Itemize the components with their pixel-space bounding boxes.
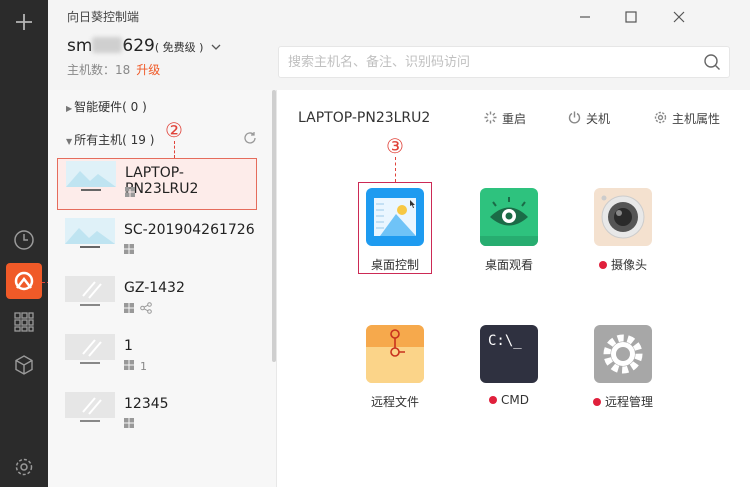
online-monitor-icon <box>65 218 115 248</box>
restart-button[interactable]: 重启 <box>484 110 526 127</box>
host-item[interactable]: SC-201904261726 <box>57 216 257 268</box>
host-name: 1 <box>124 338 133 354</box>
terminal-icon: C:\_ <box>480 325 538 383</box>
refresh-icon[interactable] <box>243 130 257 149</box>
search-icon[interactable] <box>703 53 721 75</box>
desktop-control-label: 桌面控制 <box>370 258 419 272</box>
online-monitor-icon <box>66 161 116 191</box>
cmd-tile[interactable]: C:\_ CMD <box>472 325 546 407</box>
host-item[interactable]: 1 1 <box>57 332 257 384</box>
chevron-down-icon[interactable] <box>207 41 221 54</box>
group-all-hosts[interactable]: ▼ 所有主机( 19 ) <box>66 131 154 148</box>
marker-2-line <box>174 141 175 158</box>
host-meta <box>124 244 134 257</box>
window-title: 向日葵控制端 <box>67 10 140 24</box>
host-name: LAPTOP-PN23LRU2 <box>125 165 199 197</box>
settings-gear-icon[interactable] <box>12 455 36 479</box>
desktop-control-tile[interactable]: 桌面控制 <box>358 188 432 273</box>
remote-control-nav-icon[interactable] <box>6 263 42 299</box>
offline-dot-icon <box>592 397 601 406</box>
title-bar: 向日葵控制端 <box>48 0 750 34</box>
all-hosts-label: 所有主机( 19 ) <box>74 133 155 147</box>
host-meta <box>125 187 135 200</box>
properties-label: 主机属性 <box>672 112 721 126</box>
host-item-selected[interactable]: LAPTOP-PN23LRU2 <box>57 158 257 210</box>
group-smart-hardware[interactable]: ▶ 智能硬件( 0 ) <box>66 98 147 115</box>
host-extra: 1 <box>140 360 147 373</box>
cmd-label: CMD <box>472 393 546 407</box>
device-panel: LAPTOP-PN23LRU2 重启 关机 主机属性 ③ 桌面控制 桌面观看 摄… <box>278 90 750 487</box>
shutdown-label: 关机 <box>586 112 611 126</box>
offline-monitor-icon <box>65 334 115 364</box>
history-clock-icon[interactable] <box>12 228 36 252</box>
properties-button[interactable]: 主机属性 <box>654 110 720 127</box>
redacted-username <box>92 37 123 53</box>
host-count-label: 主机数：18 <box>67 63 131 77</box>
eye-icon <box>480 188 538 246</box>
windows-icon <box>124 418 134 431</box>
offline-monitor-icon <box>65 392 115 422</box>
host-item[interactable]: 12345 <box>57 390 257 442</box>
camera-label: 摄像头 <box>586 256 660 273</box>
marker-2: ② <box>165 118 183 142</box>
windows-icon <box>124 360 134 373</box>
upgrade-link[interactable]: 升级 <box>136 63 160 77</box>
gear-icon <box>654 111 667 127</box>
restart-label: 重启 <box>502 112 527 126</box>
shutdown-button[interactable]: 关机 <box>568 110 610 127</box>
host-meta: 1 <box>124 360 147 373</box>
host-name: 12345 <box>124 396 169 412</box>
host-name: GZ-1432 <box>124 280 185 296</box>
remote-file-label: 远程文件 <box>370 395 419 409</box>
marker-3: ③ <box>386 134 404 158</box>
desktop-control-icon <box>366 188 424 246</box>
add-icon[interactable] <box>12 10 36 34</box>
cmd-prompt-text: C:\_ <box>488 333 522 349</box>
host-name: SC-201904261726 <box>124 222 255 238</box>
host-count: 主机数：18 升级 <box>67 61 160 78</box>
app-window: ① 向日葵控制端 sm629( 免费级 ) 主机数：18升级 <box>0 0 750 487</box>
camera-tile[interactable]: 摄像头 <box>586 188 660 273</box>
power-icon <box>568 111 581 127</box>
search-box <box>278 46 730 78</box>
share-icon <box>140 302 152 317</box>
remote-manage-tile[interactable]: 远程管理 <box>586 325 660 410</box>
username-suffix: 629 <box>122 36 155 56</box>
device-name: LAPTOP-PN23LRU2 <box>298 110 431 126</box>
offline-dot-icon <box>598 260 607 269</box>
maximize-icon[interactable] <box>620 6 642 28</box>
host-meta <box>124 302 152 317</box>
remote-manage-label: 远程管理 <box>586 393 660 410</box>
host-list-panel: ▶智能硬件( 0 ) ▼所有主机( 19 ) LAPTOP-PN23LRU2 <box>48 90 277 487</box>
desktop-view-tile[interactable]: 桌面观看 <box>472 188 546 273</box>
expanded-arrow-icon: ▼ <box>66 137 73 146</box>
smart-hardware-label: 智能硬件( 0 ) <box>74 100 147 114</box>
hardware-cube-icon[interactable] <box>12 353 36 377</box>
windows-icon <box>124 303 134 316</box>
account-header: sm 629( 免费级 ) 主机数：18 升级 <box>48 34 750 90</box>
restart-icon <box>484 111 497 127</box>
plan-label: ( 免费级 ) <box>154 41 204 54</box>
marker-3-line <box>395 157 396 182</box>
apps-grid-icon[interactable] <box>12 310 36 334</box>
offline-dot-icon <box>489 396 497 404</box>
camera-icon <box>594 188 652 246</box>
account-name[interactable]: sm 629( 免费级 ) <box>67 36 221 56</box>
settings-gear-tile-icon <box>594 325 652 383</box>
remote-file-tile[interactable]: 远程文件 <box>358 325 432 410</box>
nav-rail <box>0 0 48 487</box>
folder-file-icon <box>366 325 424 383</box>
collapsed-arrow-icon: ▶ <box>66 104 73 113</box>
windows-icon <box>125 187 135 200</box>
minimize-icon[interactable] <box>574 6 596 28</box>
desktop-view-label: 桌面观看 <box>484 258 533 272</box>
host-meta <box>124 418 134 431</box>
username-prefix: sm <box>67 36 93 56</box>
offline-monitor-icon <box>65 276 115 306</box>
windows-icon <box>124 244 134 257</box>
host-list-scrollbar[interactable] <box>272 90 276 362</box>
close-icon[interactable] <box>668 6 690 28</box>
host-item[interactable]: GZ-1432 <box>57 274 257 326</box>
search-input[interactable] <box>279 47 689 77</box>
